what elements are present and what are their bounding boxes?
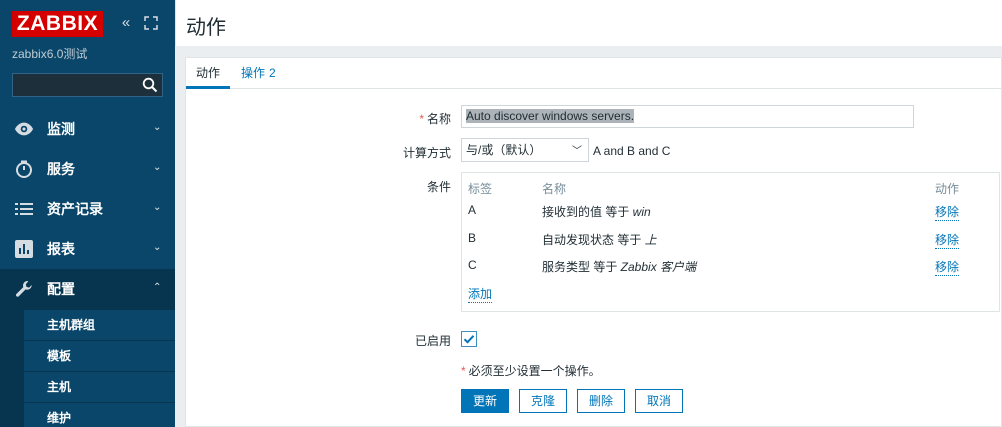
search-field: [12, 73, 163, 97]
server-name: zabbix6.0测试: [12, 47, 88, 61]
menu-item-configuration[interactable]: 配置 ⌃: [0, 269, 175, 309]
wrench-icon: [14, 279, 34, 299]
required-asterisk: *: [461, 364, 466, 378]
calc-label: 计算方式: [402, 146, 451, 160]
conditions-header-label: 标签: [468, 182, 493, 196]
condition-row-label: B: [468, 231, 477, 245]
submenu-item-host-groups[interactable]: 主机群组: [24, 309, 175, 340]
menu-item-services[interactable]: 服务 ⌄: [0, 149, 175, 189]
chevron-down-icon: ⌄: [153, 162, 162, 173]
kiosk-mode-icon[interactable]: [143, 15, 159, 31]
submenu-item-templates[interactable]: 模板: [24, 340, 175, 371]
tab-operations-label: 操作: [241, 66, 266, 80]
update-button[interactable]: 更新: [461, 389, 509, 413]
delete-button[interactable]: 删除: [577, 389, 625, 413]
remove-condition-link[interactable]: 移除: [935, 258, 960, 276]
app-window: ZABBIX « zabbix6.0测试 监测 ⌄ 服务 ⌄ 资产记录 ⌄ 报表…: [0, 0, 1002, 427]
clone-button[interactable]: 克隆: [519, 389, 567, 413]
menu-label-monitoring: 监测: [47, 121, 75, 137]
remove-condition-link[interactable]: 移除: [935, 231, 960, 249]
menu-label-services: 服务: [47, 161, 75, 177]
page-title: 动作: [186, 17, 226, 39]
conditions-label: 条件: [426, 180, 451, 194]
menu-label-configuration: 配置: [47, 281, 75, 297]
eye-icon: [14, 119, 34, 139]
tab-operations-count: 2: [269, 66, 276, 80]
tab-bar: 动作 操作 2: [186, 58, 1001, 89]
list-icon: [14, 199, 34, 219]
calc-type-value: 与/或（默认）: [466, 143, 542, 157]
enabled-label: 已启用: [414, 334, 451, 348]
calc-type-select[interactable]: 与/或（默认） ﹀: [461, 138, 589, 162]
menu-label-inventory: 资产记录: [47, 201, 103, 217]
condition-row-name: 接收到的值 等于 win: [542, 205, 651, 219]
chevron-down-icon: ⌄: [153, 122, 162, 133]
name-input-value: Auto discover windows servers.: [466, 109, 635, 123]
condition-row-label: A: [468, 203, 477, 217]
bar-chart-icon: [14, 239, 34, 259]
menu-item-reports[interactable]: 报表 ⌄: [0, 229, 175, 269]
search-input[interactable]: [13, 74, 133, 96]
sidebar: ZABBIX « zabbix6.0测试 监测 ⌄ 服务 ⌄ 资产记录 ⌄ 报表…: [0, 0, 175, 427]
page-header: 动作: [175, 0, 1002, 46]
calc-formula: A and B and C: [593, 144, 671, 158]
main-content: 动作 动作 操作 2 * 名称 Auto discover windows serv…: [175, 0, 1002, 427]
name-label: * 名称: [419, 112, 451, 126]
conditions-table: 标签 名称 动作 A 接收到的值 等于 win 移除 B 自动发现状态 等于 上…: [461, 172, 1000, 312]
remove-condition-link[interactable]: 移除: [935, 203, 960, 221]
configuration-submenu: 主机群组 模板 主机 维护: [0, 309, 175, 427]
tab-operations[interactable]: 操作 2: [241, 58, 276, 89]
submenu-item-hosts[interactable]: 主机: [24, 371, 175, 402]
clock-icon: [14, 159, 34, 179]
checkmark-icon: [463, 335, 475, 344]
collapse-sidebar-icon[interactable]: «: [118, 15, 134, 31]
main-menu: 监测 ⌄ 服务 ⌄ 资产记录 ⌄ 报表 ⌄ 配置 ⌃ 主机群组 模板 主机 维护: [0, 109, 175, 427]
search-icon[interactable]: [142, 77, 158, 93]
conditions-header-action: 动作: [935, 182, 960, 196]
menu-item-monitoring[interactable]: 监测 ⌄: [0, 109, 175, 149]
menu-item-inventory[interactable]: 资产记录 ⌄: [0, 189, 175, 229]
required-note: * 必须至少设置一个操作。: [461, 364, 601, 378]
chevron-down-icon: ⌄: [153, 242, 162, 253]
action-form-panel: 动作 操作 2 * 名称 Auto discover windows servers…: [185, 57, 1002, 427]
add-condition-link[interactable]: 添加: [468, 285, 493, 303]
menu-label-reports: 报表: [47, 241, 75, 257]
condition-row-name: 服务类型 等于 Zabbix 客户端: [542, 260, 697, 274]
zabbix-logo[interactable]: ZABBIX: [12, 11, 103, 37]
required-asterisk: *: [419, 112, 424, 126]
enabled-checkbox[interactable]: [461, 331, 477, 347]
chevron-up-icon: ⌃: [153, 282, 162, 293]
submenu-item-maintenance[interactable]: 维护: [24, 402, 175, 427]
condition-row-label: C: [468, 258, 477, 272]
cancel-button[interactable]: 取消: [635, 389, 683, 413]
name-input[interactable]: Auto discover windows servers.: [461, 105, 914, 128]
condition-row-name: 自动发现状态 等于 上: [542, 233, 657, 247]
chevron-down-icon: ⌄: [153, 202, 162, 213]
chevron-down-icon: ﹀: [572, 146, 582, 157]
tab-action[interactable]: 动作: [186, 58, 230, 89]
conditions-header-name: 名称: [542, 182, 567, 196]
